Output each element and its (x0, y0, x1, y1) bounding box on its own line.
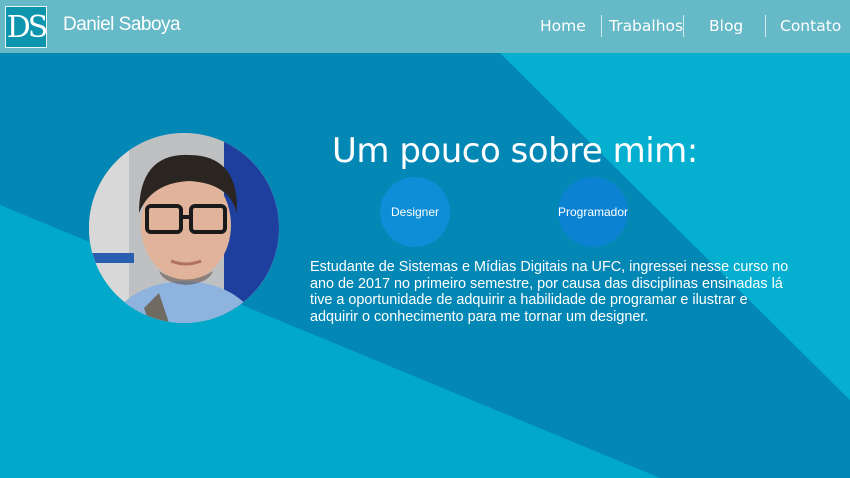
nav-divider (683, 15, 684, 37)
site-logo[interactable]: DS (5, 6, 48, 48)
about-paragraph: Estudante de Sistemas e Mídias Digitais … (310, 259, 789, 325)
nav-blog[interactable]: Blog (709, 17, 743, 35)
top-navbar: DS Daniel Saboya Home Trabalhos Blog Con… (0, 0, 850, 53)
profile-photo (89, 133, 279, 323)
site-brand-name[interactable]: Daniel Saboya (63, 14, 181, 36)
nav-divider (601, 15, 602, 37)
section-title: Um pouco sobre mim: (332, 131, 698, 171)
nav-trabalhos[interactable]: Trabalhos (609, 17, 683, 35)
badge-designer: Designer (380, 177, 450, 247)
person-photo-icon (89, 133, 279, 323)
nav-home[interactable]: Home (540, 17, 586, 35)
nav-divider (765, 15, 766, 37)
nav-contato[interactable]: Contato (780, 17, 841, 35)
badge-programador: Programador (558, 177, 628, 247)
